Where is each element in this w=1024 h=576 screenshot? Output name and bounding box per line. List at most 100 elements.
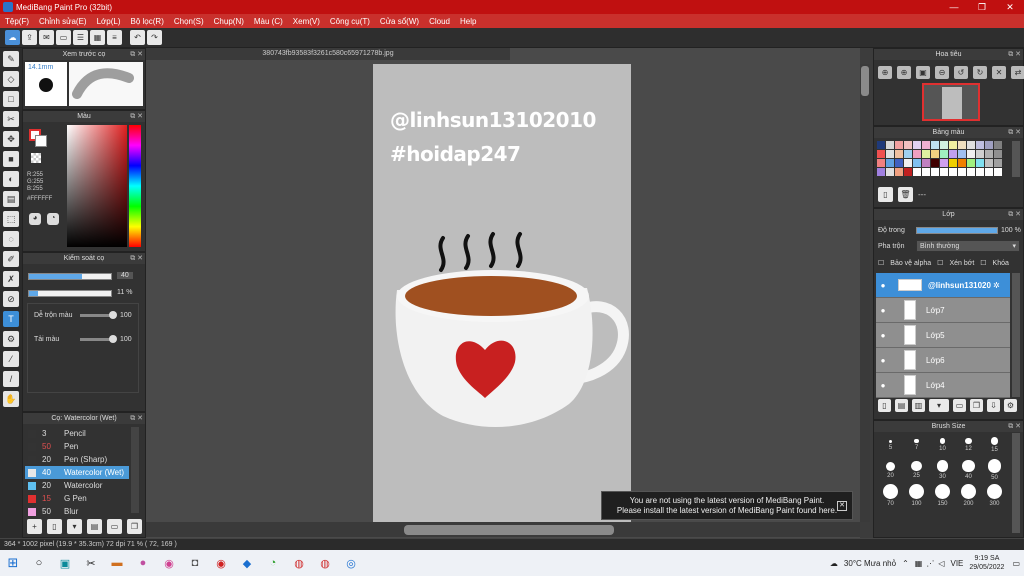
document-tab[interactable]: 380743fb93583f3261c580c65971278b.jpg	[146, 48, 510, 60]
palette-swatch[interactable]	[985, 168, 993, 176]
tray-chevron-icon[interactable]: ⌃	[902, 559, 909, 568]
search-icon[interactable]: ○	[26, 552, 52, 574]
brush-folder-icon[interactable]: ▭	[107, 519, 122, 534]
eyedropper-icon[interactable]: ⁄	[3, 351, 19, 367]
brush-size-option[interactable]: 50	[982, 458, 1007, 482]
menu-help[interactable]: Help	[460, 17, 476, 26]
palette-swatch[interactable]	[931, 141, 939, 149]
artboard[interactable]: @linhsun13102010 #hoidap247	[373, 64, 631, 522]
language-indicator[interactable]: VIE	[950, 559, 963, 568]
panel-controls[interactable]: ⧉ ✕	[1008, 50, 1021, 59]
palette-picker-icon[interactable]: ◕	[29, 213, 41, 225]
palette-swatch[interactable]	[922, 150, 930, 158]
palette-swatch[interactable]	[985, 150, 993, 158]
flip-icon[interactable]: ⇄	[1011, 66, 1024, 79]
palette-delete-icon[interactable]: 🗑	[898, 187, 913, 202]
comment-icon[interactable]: ✉	[39, 30, 54, 45]
palette-swatch[interactable]	[904, 150, 912, 158]
brush-size-slider[interactable]	[28, 273, 112, 280]
minimize-button[interactable]: —	[940, 2, 968, 13]
duplicate-layer-icon[interactable]: ❐	[970, 399, 983, 412]
share-icon[interactable]: ⇪	[22, 30, 37, 45]
shape-tool-icon[interactable]: ■	[3, 151, 19, 167]
palette-swatch[interactable]	[958, 159, 966, 167]
protect-alpha-checkbox[interactable]: ☐	[878, 259, 884, 267]
layer-row[interactable]: ● Lớp4	[876, 373, 1010, 398]
brush-size-option[interactable]: 70	[878, 483, 903, 507]
navigator-thumbnail[interactable]	[922, 83, 980, 121]
secondary-color-swatch[interactable]	[35, 135, 47, 147]
palette-swatch[interactable]	[886, 159, 894, 167]
panel-icon[interactable]: ▭	[56, 30, 71, 45]
rotate-left-icon[interactable]: ↺	[954, 66, 968, 79]
brush-size-option[interactable]: 7	[904, 433, 929, 457]
update-notice[interactable]: You are not using the latest version of …	[601, 491, 853, 520]
palette-scrollbar[interactable]	[1012, 141, 1020, 177]
menu-filter[interactable]: Bộ lọc(R)	[131, 17, 164, 26]
layer-settings-icon[interactable]: ⚙	[1004, 399, 1017, 412]
palette-swatch[interactable]	[922, 141, 930, 149]
vertical-scroll-thumb[interactable]	[861, 66, 869, 96]
cloud-icon[interactable]: ☁	[5, 30, 20, 45]
redo-icon[interactable]: ↷	[147, 30, 162, 45]
layer-row[interactable]: ● Lớp6	[876, 348, 1010, 373]
brush-size-option[interactable]: 10	[930, 433, 955, 457]
eraser-tool-icon[interactable]: ◇	[3, 71, 19, 87]
brush-size-scrollbar[interactable]	[1012, 433, 1020, 533]
palette-swatch[interactable]	[895, 150, 903, 158]
layer-visibility-icon[interactable]: ●	[876, 356, 890, 365]
layer-row[interactable]: ● @linhsun131020 ✲	[876, 273, 1010, 298]
brush-size-option[interactable]: 25	[904, 458, 929, 482]
brush-size-option[interactable]: 5	[878, 433, 903, 457]
brush-add-menu-icon[interactable]: ▾	[67, 519, 82, 534]
move-tool-icon[interactable]: ✥	[3, 131, 19, 147]
palette-swatch[interactable]	[886, 168, 894, 176]
menu-layer[interactable]: Lớp(L)	[97, 17, 121, 26]
vertical-scrollbar[interactable]	[860, 64, 870, 522]
layers-scrollbar[interactable]	[1012, 273, 1020, 397]
gradient-tool-icon[interactable]: ▤	[3, 191, 19, 207]
palette-swatch[interactable]	[931, 168, 939, 176]
paint-slider[interactable]	[80, 335, 117, 343]
palette-swatch[interactable]	[994, 141, 1002, 149]
palette-swatch[interactable]	[976, 150, 984, 158]
palette-swatch[interactable]	[913, 168, 921, 176]
select-tool-icon[interactable]: ⬚	[3, 211, 19, 227]
layer-visibility-icon[interactable]: ●	[876, 331, 890, 340]
list-icon[interactable]: ☰	[73, 30, 88, 45]
brush-size-option[interactable]: 150	[930, 483, 955, 507]
app-badge-icon[interactable]: ◎	[338, 552, 364, 574]
notice-close-icon[interactable]: ✕	[837, 501, 847, 511]
new-halftone-layer-icon[interactable]: ▤	[895, 399, 908, 412]
palette-swatch[interactable]	[940, 150, 948, 158]
layer-row[interactable]: ● Lớp7	[876, 298, 1010, 323]
app-green-icon[interactable]: ◔	[260, 552, 286, 574]
palette-swatch[interactable]	[877, 159, 885, 167]
new-8bit-layer-icon[interactable]: ▥	[912, 399, 925, 412]
brush-size-value[interactable]: 40	[117, 272, 133, 279]
folder-icon[interactable]: ▭	[953, 399, 966, 412]
app-anime-icon[interactable]: ◉	[156, 552, 182, 574]
layer-visibility-icon[interactable]: ●	[876, 306, 890, 315]
brush-list-item[interactable]: 40 Watercolor (Wet)	[25, 466, 129, 479]
start-icon[interactable]: ⊞	[0, 552, 26, 574]
layer-visibility-icon[interactable]: ●	[876, 281, 890, 290]
menu-file[interactable]: Tệp(F)	[5, 17, 29, 26]
clock[interactable]: 9:19 SA 29/05/2022	[969, 554, 1004, 572]
palette-swatch[interactable]	[958, 150, 966, 158]
saturation-value-field[interactable]	[67, 125, 127, 247]
palette-swatch[interactable]	[877, 168, 885, 176]
chrome-icon[interactable]: ◍	[286, 552, 312, 574]
palette-swatch[interactable]	[985, 159, 993, 167]
weather-text[interactable]: 30°C Mưa nhỏ	[844, 559, 896, 568]
maximize-button[interactable]: ❐	[968, 2, 996, 13]
panel-controls[interactable]: ⧉ ✕	[130, 112, 143, 121]
fit-screen-icon[interactable]: ▣	[916, 66, 930, 79]
medibang-taskbar-icon[interactable]: ◆	[234, 552, 260, 574]
palette-swatch[interactable]	[922, 159, 930, 167]
brush-list-item[interactable]: 20 Pen (Sharp)	[25, 453, 129, 466]
fill-tool-icon[interactable]: ◐	[3, 171, 19, 187]
color-settings-icon[interactable]: ◔	[47, 213, 59, 225]
select-eraser-icon[interactable]: ✗	[3, 271, 19, 287]
brush-list-item[interactable]: 15 G Pen	[25, 492, 129, 505]
